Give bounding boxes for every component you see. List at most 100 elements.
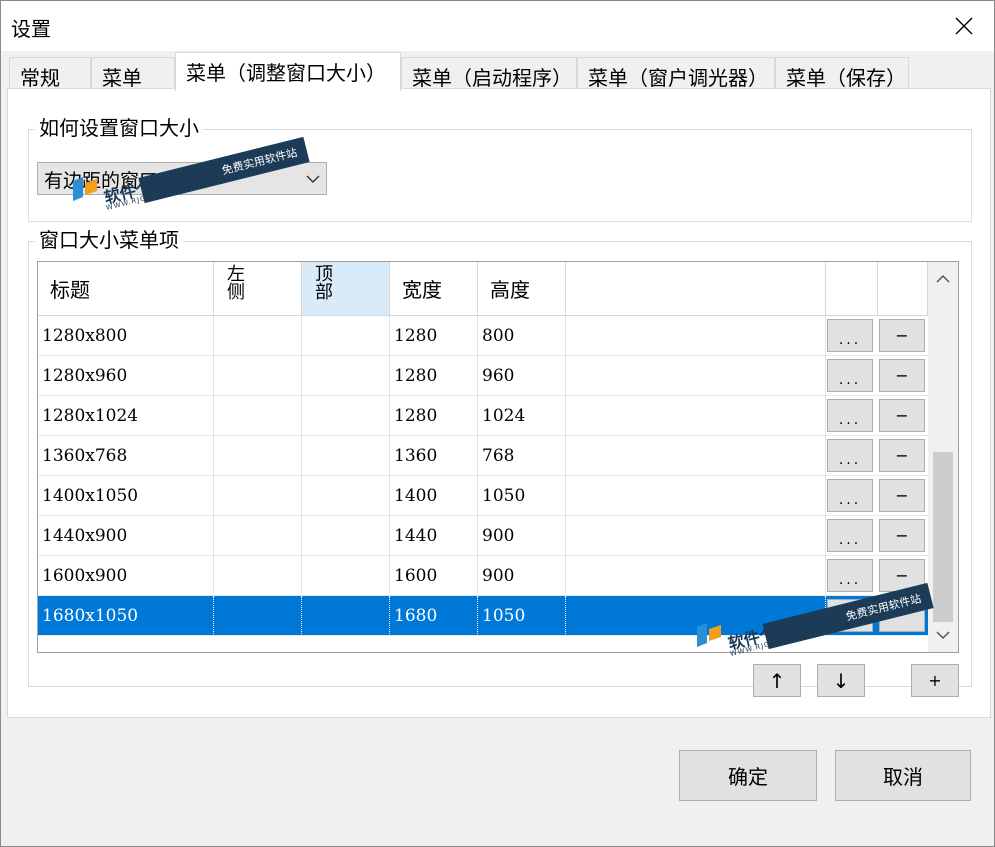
cell-left[interactable] [214,436,302,476]
cell-left[interactable] [214,596,302,636]
cell-spacer [566,516,826,556]
move-down-button[interactable]: ↓ [817,664,865,697]
tab-panel: 如何设置窗口大小 有边距的窗口 窗口大小菜单项 标题 左侧 顶部 宽度 高度 1… [7,88,991,718]
table-row[interactable]: 1680x1050 1680 1050 [38,596,928,636]
edit-row-button[interactable]: ... [827,559,873,592]
remove-row-button[interactable]: − [879,319,925,352]
cell-height[interactable]: 1024 [478,396,566,436]
cell-left[interactable] [214,356,302,396]
edit-row-button[interactable]: ... [827,479,873,512]
cell-top[interactable] [302,436,390,476]
edit-row-button[interactable]: ... [827,359,873,392]
scrollbar-thumb[interactable] [933,452,953,622]
column-header-title[interactable]: 标题 [38,262,214,315]
ok-button[interactable]: 确定 [679,750,817,801]
cell-left[interactable] [214,316,302,356]
close-button[interactable] [934,1,994,51]
cell-left[interactable] [214,556,302,596]
cell-top[interactable] [302,316,390,356]
cell-title[interactable]: 1280x960 [38,356,214,396]
remove-row-button[interactable]: − [879,479,925,512]
tab-menu[interactable]: 菜单 [91,57,175,90]
column-header-width[interactable]: 宽度 [390,262,478,315]
cell-spacer [566,356,826,396]
cell-height[interactable]: 768 [478,436,566,476]
cell-title[interactable]: 1600x900 [38,556,214,596]
arrow-down-icon: ↓ [832,668,850,693]
cell-height[interactable]: 900 [478,556,566,596]
remove-row-button[interactable]: − [879,559,925,592]
scroll-up-icon[interactable] [936,272,950,286]
cell-top[interactable] [302,516,390,556]
cell-spacer [566,396,826,436]
add-item-button[interactable]: + [911,664,959,697]
cell-spacer [566,436,826,476]
cancel-button[interactable]: 取消 [835,750,971,801]
cell-left[interactable] [214,396,302,436]
table-row[interactable]: 1600x900 1600 900... − [38,556,928,596]
cell-top[interactable] [302,476,390,516]
cell-height[interactable]: 900 [478,516,566,556]
cell-width[interactable]: 1280 [390,356,478,396]
cell-width[interactable]: 1600 [390,556,478,596]
remove-row-button[interactable]: − [879,439,925,472]
edit-row-button[interactable]: ... [827,399,873,432]
menu-items-group: 窗口大小菜单项 标题 左侧 顶部 宽度 高度 1280x800 1280 800..… [28,228,972,697]
settings-window: 设置 常规 菜单 菜单（调整窗口大小） 菜单（启动程序） 菜单（窗户调光器） 菜… [0,0,995,847]
cell-top[interactable] [302,356,390,396]
tab-menu-dimmer[interactable]: 菜单（窗户调光器） [577,57,775,90]
table-row[interactable]: 1440x900 1440 900... − [38,516,928,556]
table-row[interactable]: 1280x960 1280 960... − [38,356,928,396]
remove-row-button[interactable]: − [879,399,925,432]
cell-title[interactable]: 1400x1050 [38,476,214,516]
tab-menu-launch[interactable]: 菜单（启动程序） [401,57,577,90]
cell-top[interactable] [302,396,390,436]
tab-general[interactable]: 常规 [9,57,91,90]
cell-height[interactable]: 960 [478,356,566,396]
cell-left[interactable] [214,516,302,556]
cell-left[interactable] [214,476,302,516]
column-header-edit [826,262,878,315]
tab-menu-save[interactable]: 菜单（保存） [775,57,909,90]
cell-title[interactable]: 1360x768 [38,436,214,476]
edit-row-button[interactable]: ... [827,519,873,552]
remove-row-button[interactable]: − [879,519,925,552]
cell-width[interactable]: 1360 [390,436,478,476]
table-row[interactable]: 1360x768 1360 768... − [38,436,928,476]
cell-height[interactable]: 800 [478,316,566,356]
table-row[interactable]: 1280x800 1280 800... − [38,316,928,356]
edit-row-button[interactable] [827,599,873,632]
table-row[interactable]: 1280x1024 1280 1024... − [38,396,928,436]
column-header-height[interactable]: 高度 [478,262,566,315]
plus-icon: + [928,671,942,690]
table-row[interactable]: 1400x1050 1400 1050... − [38,476,928,516]
cell-width[interactable]: 1280 [390,396,478,436]
column-header-left[interactable]: 左侧 [214,262,302,315]
remove-row-button[interactable]: − [879,359,925,392]
remove-row-button[interactable] [879,599,925,632]
edit-row-button[interactable]: ... [827,439,873,472]
cell-title[interactable]: 1280x800 [38,316,214,356]
cell-width[interactable]: 1280 [390,316,478,356]
cell-width[interactable]: 1400 [390,476,478,516]
resize-method-value: 有边距的窗口 [44,170,159,192]
cell-title[interactable]: 1680x1050 [38,596,214,636]
cell-top[interactable] [302,596,390,636]
tab-menu-resize[interactable]: 菜单（调整窗口大小） [175,52,401,91]
cell-top[interactable] [302,556,390,596]
resize-method-dropdown[interactable]: 有边距的窗口 [37,162,327,195]
scroll-down-icon[interactable] [936,628,950,642]
vertical-scrollbar[interactable] [928,262,958,652]
cell-spacer [566,316,826,356]
cell-width[interactable]: 1440 [390,516,478,556]
close-icon [955,17,973,35]
cell-height[interactable]: 1050 [478,596,566,636]
cell-title[interactable]: 1280x1024 [38,396,214,436]
move-up-button[interactable]: ↑ [753,664,801,697]
edit-row-button[interactable]: ... [827,319,873,352]
column-header-spacer [566,262,826,315]
cell-width[interactable]: 1680 [390,596,478,636]
column-header-top[interactable]: 顶部 [302,262,390,315]
cell-height[interactable]: 1050 [478,476,566,516]
cell-title[interactable]: 1440x900 [38,516,214,556]
